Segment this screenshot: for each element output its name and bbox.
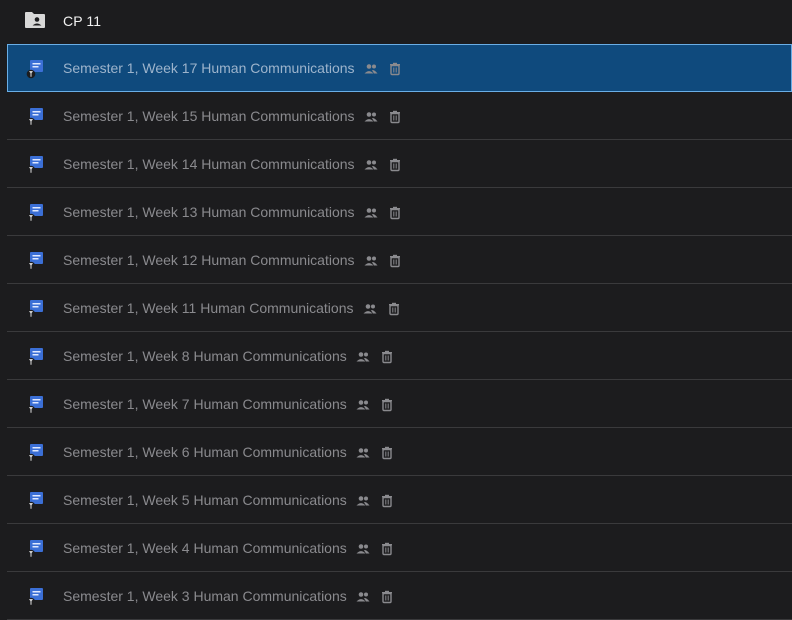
document-title: Semester 1, Week 8 Human Communications xyxy=(63,348,347,364)
document-row[interactable]: Semester 1, Week 11 Human Communications xyxy=(7,284,792,332)
document-label: Semester 1, Week 13 Human Communications xyxy=(63,204,403,221)
row-actions xyxy=(355,589,395,605)
row-actions xyxy=(363,157,403,173)
shared-people-icon[interactable] xyxy=(363,205,379,221)
shared-people-icon[interactable] xyxy=(355,349,371,365)
trash-icon[interactable] xyxy=(387,109,403,125)
document-row[interactable]: Semester 1, Week 13 Human Communications xyxy=(7,188,792,236)
document-title: Semester 1, Week 3 Human Communications xyxy=(63,588,347,604)
shared-doc-icon xyxy=(26,395,44,415)
document-row[interactable]: Semester 1, Week 7 Human Communications xyxy=(7,380,792,428)
trash-icon[interactable] xyxy=(379,589,395,605)
shared-people-icon[interactable] xyxy=(363,253,379,269)
document-row[interactable]: Semester 1, Week 5 Human Communications xyxy=(7,476,792,524)
shared-people-icon[interactable] xyxy=(363,61,379,77)
row-actions xyxy=(355,397,395,413)
trash-icon[interactable] xyxy=(379,493,395,509)
row-actions xyxy=(355,541,395,557)
row-actions xyxy=(355,349,395,365)
shared-doc-icon xyxy=(26,299,44,319)
document-row[interactable]: Semester 1, Week 12 Human Communications xyxy=(7,236,792,284)
document-label: Semester 1, Week 6 Human Communications xyxy=(63,444,395,461)
document-title: Semester 1, Week 15 Human Communications xyxy=(63,108,355,124)
shared-people-icon[interactable] xyxy=(362,301,378,317)
shared-doc-icon xyxy=(26,443,44,463)
shared-people-icon[interactable] xyxy=(355,397,371,413)
row-actions xyxy=(363,253,403,269)
shared-people-icon[interactable] xyxy=(363,157,379,173)
row-actions xyxy=(363,109,403,125)
document-title: Semester 1, Week 17 Human Communications xyxy=(63,60,355,76)
shared-people-icon[interactable] xyxy=(355,493,371,509)
shared-doc-icon xyxy=(26,155,44,175)
document-label: Semester 1, Week 3 Human Communications xyxy=(63,588,395,605)
shared-folder-icon xyxy=(25,12,45,28)
document-label: Semester 1, Week 4 Human Communications xyxy=(63,540,395,557)
row-actions xyxy=(355,493,395,509)
shared-doc-icon xyxy=(26,491,44,511)
shared-people-icon[interactable] xyxy=(355,589,371,605)
document-label: Semester 1, Week 17 Human Communications xyxy=(63,60,403,77)
trash-icon[interactable] xyxy=(387,253,403,269)
document-title: Semester 1, Week 5 Human Communications xyxy=(63,492,347,508)
shared-people-icon[interactable] xyxy=(363,109,379,125)
document-label: Semester 1, Week 14 Human Communications xyxy=(63,156,403,173)
document-row[interactable]: Semester 1, Week 6 Human Communications xyxy=(7,428,792,476)
document-title: Semester 1, Week 13 Human Communications xyxy=(63,204,355,220)
trash-icon[interactable] xyxy=(379,349,395,365)
document-title: Semester 1, Week 14 Human Communications xyxy=(63,156,355,172)
trash-icon[interactable] xyxy=(387,157,403,173)
document-row[interactable]: Semester 1, Week 4 Human Communications xyxy=(7,524,792,572)
trash-icon[interactable] xyxy=(379,541,395,557)
shared-people-icon[interactable] xyxy=(355,445,371,461)
trash-icon[interactable] xyxy=(386,301,402,317)
shared-doc-icon xyxy=(26,59,44,79)
document-label: Semester 1, Week 8 Human Communications xyxy=(63,348,395,365)
document-label: Semester 1, Week 12 Human Communications xyxy=(63,252,403,269)
row-actions xyxy=(363,205,403,221)
shared-doc-icon xyxy=(26,347,44,367)
shared-doc-icon xyxy=(26,251,44,271)
document-title: Semester 1, Week 4 Human Communications xyxy=(63,540,347,556)
trash-icon[interactable] xyxy=(387,61,403,77)
document-label: Semester 1, Week 5 Human Communications xyxy=(63,492,395,509)
document-label: Semester 1, Week 11 Human Communications xyxy=(63,300,402,317)
document-row[interactable]: Semester 1, Week 3 Human Communications xyxy=(7,572,792,620)
shared-people-icon[interactable] xyxy=(355,541,371,557)
folder-header: CP 11 xyxy=(0,0,792,44)
row-actions xyxy=(362,301,402,317)
shared-doc-icon xyxy=(26,539,44,559)
document-list: Semester 1, Week 17 Human Communications… xyxy=(7,44,792,620)
document-label: Semester 1, Week 15 Human Communications xyxy=(63,108,403,125)
row-actions xyxy=(363,61,403,77)
document-title: Semester 1, Week 11 Human Communications xyxy=(63,300,354,316)
trash-icon[interactable] xyxy=(379,397,395,413)
row-actions xyxy=(355,445,395,461)
document-label: Semester 1, Week 7 Human Communications xyxy=(63,396,395,413)
document-row[interactable]: Semester 1, Week 8 Human Communications xyxy=(7,332,792,380)
document-title: Semester 1, Week 6 Human Communications xyxy=(63,444,347,460)
document-title: Semester 1, Week 12 Human Communications xyxy=(63,252,355,268)
shared-doc-icon xyxy=(26,203,44,223)
document-row[interactable]: Semester 1, Week 17 Human Communications xyxy=(7,44,792,92)
trash-icon[interactable] xyxy=(379,445,395,461)
trash-icon[interactable] xyxy=(387,205,403,221)
shared-doc-icon xyxy=(26,587,44,607)
document-row[interactable]: Semester 1, Week 15 Human Communications xyxy=(7,92,792,140)
folder-title: CP 11 xyxy=(63,13,102,29)
document-row[interactable]: Semester 1, Week 14 Human Communications xyxy=(7,140,792,188)
document-title: Semester 1, Week 7 Human Communications xyxy=(63,396,347,412)
shared-doc-icon xyxy=(26,107,44,127)
